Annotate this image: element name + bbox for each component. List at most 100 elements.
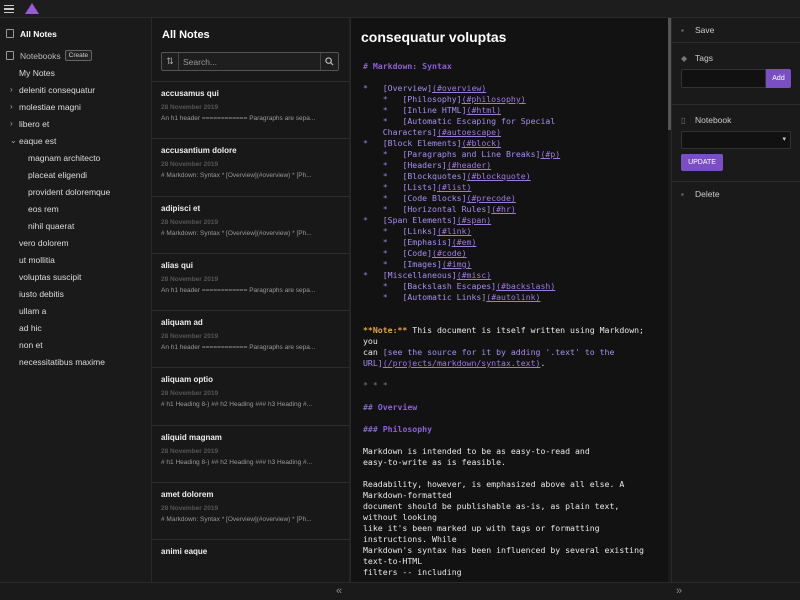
- sidebar-item-label: eaque est: [19, 135, 57, 146]
- sidebar-footer: [0, 564, 152, 582]
- chevron-down-icon: ▾: [782, 136, 786, 143]
- note-item-date: 28 November 2019: [161, 505, 219, 513]
- sidebar-item[interactable]: ullam a: [0, 302, 151, 319]
- collapse-notelist-icon[interactable]: «: [336, 585, 342, 597]
- chevron-right-icon[interactable]: ›: [10, 85, 19, 94]
- sidebar-item[interactable]: › deleniti consequatur: [0, 81, 151, 98]
- note-item-date: 28 November 2019: [161, 161, 219, 169]
- delete-label: Delete: [695, 189, 720, 199]
- note-item-date: 28 November 2019: [161, 104, 219, 111]
- update-button[interactable]: UPDATE: [681, 154, 723, 171]
- sidebar-item[interactable]: vero dolorem: [0, 234, 151, 251]
- sidebar-item-label: molestiae magni: [19, 101, 81, 112]
- sidebar-item-label: My Notes: [19, 67, 55, 78]
- bottom-bar: « »: [0, 582, 800, 600]
- note-body-editor[interactable]: # Markdown: Syntax * [Overview](#overvie…: [363, 61, 663, 578]
- sidebar-item-label: placeat eligendi: [28, 169, 88, 180]
- tag-input[interactable]: [681, 69, 766, 88]
- sidebar-item[interactable]: magnam architecto: [0, 149, 151, 166]
- notebook-icon: ▯: [681, 115, 686, 125]
- note-item-title: accusantium dolore: [161, 146, 237, 156]
- note-list-item[interactable]: animi eaque: [152, 539, 350, 582]
- notebook-label: Notebook: [695, 115, 732, 125]
- save-button[interactable]: ▪ Save: [672, 18, 800, 42]
- note-title[interactable]: consequatur voluptas: [361, 29, 506, 45]
- note-list-title: All Notes: [162, 29, 210, 41]
- divider: [672, 104, 800, 105]
- sidebar-item[interactable]: iusto debitis: [0, 285, 151, 302]
- sidebar-item[interactable]: necessitatibus maxime: [0, 353, 151, 370]
- sidebar-item-label: nihil quaerat: [28, 220, 75, 231]
- sidebar-item[interactable]: voluptas suscipit: [0, 268, 151, 285]
- search-icon[interactable]: [320, 53, 338, 70]
- sidebar-item[interactable]: › libero et: [0, 115, 151, 132]
- sidebar-item[interactable]: › molestiae magni: [0, 98, 151, 115]
- note-list-item[interactable]: alias qui 28 November 2019 An h1 header ==…: [152, 252, 350, 310]
- sidebar-notebooks-header: Notebooks Create: [0, 47, 151, 64]
- note-item-date: 28 November 2019: [161, 275, 219, 283]
- menu-icon[interactable]: [0, 0, 18, 18]
- note-list-item[interactable]: amet dolorem 28 November 2019 # Markdown: …: [152, 482, 350, 539]
- note-list-item[interactable]: adipisci et 28 November 2019 # Markdown: S…: [152, 195, 350, 253]
- note-item-title: aliquam ad: [161, 318, 203, 328]
- expand-panel-icon[interactable]: »: [676, 585, 682, 597]
- chevron-right-icon[interactable]: ›: [10, 102, 19, 111]
- tag-input-row: Add: [681, 69, 791, 88]
- sidebar-item-label: ut mollitia: [19, 254, 55, 265]
- chevron-down-icon[interactable]: ⌄: [10, 136, 19, 145]
- note-icon: [6, 29, 14, 38]
- notes-list: accusamus qui 28 November 2019 An h1 heade…: [152, 81, 350, 582]
- sidebar-item[interactable]: nihil quaerat: [0, 217, 151, 234]
- sidebar-item[interactable]: ut mollitia: [0, 251, 151, 268]
- note-list-item[interactable]: aliquid magnam 28 November 2019 # h1 Headi…: [152, 424, 350, 482]
- search-box: ⇅: [161, 52, 339, 71]
- note-list-item[interactable]: accusantium dolore 28 November 2019 # Mark…: [152, 138, 350, 195]
- delete-button[interactable]: ▪ Delete: [672, 182, 800, 206]
- notebook-icon: [6, 51, 14, 60]
- sidebar-item-label: deleniti consequatur: [19, 84, 96, 95]
- note-actions-panel: ▪ Save ◆ Tags Add ▯ Notebook ▾ UPDATE ▪ …: [671, 18, 800, 582]
- sidebar-all-notes[interactable]: All Notes: [0, 25, 151, 42]
- tags-label: Tags: [695, 53, 713, 63]
- sidebar-item[interactable]: ad hic: [0, 319, 151, 336]
- tags-header: ◆ Tags: [672, 51, 800, 65]
- note-item-preview: # h1 Heading 8-) ## h2 Heading ### h3 He…: [161, 401, 313, 409]
- sidebar-item[interactable]: ⌄ eaque est: [0, 132, 151, 149]
- save-icon: ▪: [681, 25, 684, 35]
- tag-icon: ◆: [681, 53, 688, 63]
- note-item-title: animi eaque: [161, 547, 208, 557]
- note-item-date: 28 November 2019: [161, 218, 219, 226]
- note-list-item[interactable]: aliquam ad 28 November 2019 An h1 header =…: [152, 310, 350, 367]
- note-item-title: accusamus qui: [161, 89, 219, 98]
- sidebar-item-label: libero et: [19, 118, 50, 129]
- create-notebook-button[interactable]: Create: [64, 50, 93, 61]
- note-list-panel: All Notes ⇅ accusamus qui 28 November 201…: [152, 18, 351, 582]
- search-input[interactable]: [179, 53, 320, 70]
- note-item-title: aliquid magnam: [161, 432, 222, 442]
- notebooks-label: Notebooks: [20, 50, 61, 61]
- note-item-title: alias qui: [161, 260, 194, 270]
- note-list-item[interactable]: accusamus qui 28 November 2019 An h1 heade…: [152, 81, 350, 138]
- note-item-preview: # Markdown: Syntax * [Overview](#overvie…: [161, 229, 312, 237]
- top-bar: [0, 0, 800, 18]
- note-item-title: aliquam optio: [161, 375, 213, 385]
- editor-panel: consequatur voluptas # Markdown: Syntax …: [351, 18, 671, 582]
- note-item-date: 28 November 2019: [161, 333, 219, 341]
- sidebar-item[interactable]: My Notes: [0, 64, 151, 81]
- add-tag-button[interactable]: Add: [766, 69, 791, 88]
- sort-icon[interactable]: ⇅: [162, 53, 179, 70]
- notebook-select[interactable]: ▾: [681, 131, 791, 149]
- app-window: All Notes Notebooks Create My Notes › dele…: [0, 0, 800, 600]
- note-item-preview: # Markdown: Syntax * [Overview](#overvie…: [161, 172, 312, 180]
- sidebar-item[interactable]: non et: [0, 336, 151, 353]
- notebook-header: ▯ Notebook: [672, 113, 800, 127]
- note-item-preview: An h1 header ============ Paragraphs are…: [161, 286, 316, 294]
- sidebar-item[interactable]: eos rem: [0, 200, 151, 217]
- chevron-right-icon[interactable]: ›: [10, 119, 19, 128]
- sidebar-item[interactable]: placeat eligendi: [0, 166, 151, 183]
- sidebar-item[interactable]: provident doloremque: [0, 183, 151, 200]
- sidebar-item-label: necessitatibus maxime: [19, 356, 105, 367]
- sidebar-all-notes-label: All Notes: [20, 28, 57, 39]
- note-item-date: 28 November 2019: [161, 447, 219, 455]
- note-list-item[interactable]: aliquam optio 28 November 2019 # h1 Headin…: [152, 367, 350, 424]
